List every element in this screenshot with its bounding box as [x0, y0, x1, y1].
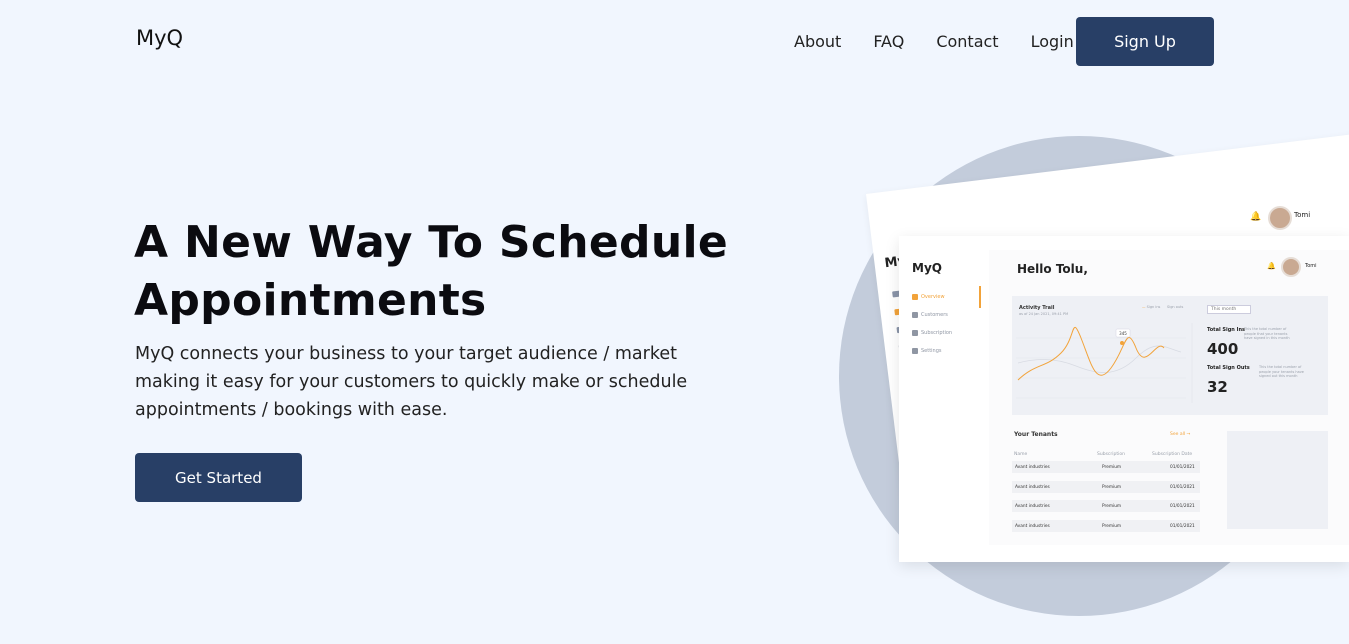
- table-row: Avant industries Premium 01/01/2021: [1012, 520, 1200, 532]
- stat-sign-ins-desc: This the total number of people that you…: [1244, 327, 1290, 340]
- activity-panel: Activity Trail as of 24 Jan 2021, 09:41 …: [1012, 296, 1328, 415]
- activity-title: Activity Trail: [1019, 305, 1055, 311]
- period-select: This month: [1207, 305, 1251, 314]
- brand-logo[interactable]: MyQ: [136, 26, 183, 50]
- users-icon: [912, 312, 918, 318]
- activity-line-chart: 345: [1016, 323, 1193, 403]
- active-indicator: [979, 286, 981, 308]
- activity-subtitle: as of 24 Jan 2021, 09:41 PM: [1019, 312, 1069, 316]
- stat-sign-outs-label: Total Sign Outs: [1207, 365, 1250, 371]
- col-subscription-date: Subscription Date: [1152, 452, 1193, 457]
- gear-icon: [912, 348, 918, 354]
- chart-point: [1120, 341, 1124, 345]
- tenants-table: Your Tenants See all → Name Subscription…: [1012, 431, 1202, 541]
- main-nav: About FAQ Contact Login: [780, 17, 1106, 66]
- stat-sign-ins-label: Total Sign Ins: [1207, 327, 1245, 333]
- table-row: Avant industries Premium 01/01/2021: [1012, 500, 1200, 512]
- bell-icon: 🔔: [1250, 212, 1262, 222]
- back-card-username: Tomi: [1294, 211, 1311, 219]
- col-name: Name: [1014, 452, 1028, 457]
- avatar: [1281, 257, 1301, 277]
- dashboard-main: Hello Tolu, 🔔 Tomi Activity Trail as of …: [989, 250, 1349, 545]
- legend-sign-outs: Sign outs: [1167, 305, 1184, 309]
- dashboard-sidebar: MyQ Overview Customers Subscription Sett…: [899, 236, 987, 562]
- see-all-link: See all →: [1170, 432, 1191, 437]
- avatar: [1268, 206, 1292, 230]
- stat-sign-outs-value: 32: [1207, 378, 1228, 396]
- hero-title-line-1: A New Way To Schedule: [134, 217, 729, 268]
- dashboard-logo: MyQ: [912, 261, 942, 275]
- nav-link-faq[interactable]: FAQ: [873, 32, 904, 51]
- table-row: Avant industries Premium 01/01/2021: [1012, 481, 1200, 493]
- chart-tooltip: 345: [1119, 331, 1127, 336]
- stat-sign-outs-desc: This the total number of people your ten…: [1259, 365, 1304, 378]
- nav-link-contact[interactable]: Contact: [936, 32, 998, 51]
- dashboard-nav-overview: Overview: [912, 294, 945, 300]
- dashboard-nav-settings: Settings: [912, 348, 942, 354]
- col-subscription: Subscription: [1097, 452, 1125, 457]
- dashboard-greeting: Hello Tolu,: [1017, 262, 1088, 276]
- grid-icon: [912, 330, 918, 336]
- hero-title: A New Way To Schedule Appointments: [134, 214, 774, 330]
- table-row: Avant industries Premium 01/01/2021: [1012, 461, 1200, 473]
- get-started-button[interactable]: Get Started: [135, 453, 302, 502]
- dashboard-nav-subscription: Subscription: [912, 330, 952, 336]
- placeholder-panel: [1227, 431, 1328, 529]
- bell-icon: 🔔: [1267, 262, 1276, 270]
- dashboard-username: Tomi: [1305, 263, 1317, 269]
- nav-link-about[interactable]: About: [794, 32, 841, 51]
- dashboard-preview: MyQ Overview Customers Subscription Sett…: [899, 236, 1349, 562]
- dashboard-nav-customers: Customers: [912, 312, 948, 318]
- sign-up-button[interactable]: Sign Up: [1076, 17, 1214, 66]
- hero-description: MyQ connects your business to your targe…: [135, 344, 688, 420]
- legend-sign-ins: — Sign ins: [1142, 305, 1161, 309]
- grid-icon: [912, 294, 918, 300]
- hero-title-line-2: Appointments: [134, 275, 487, 326]
- stat-sign-ins-value: 400: [1207, 340, 1239, 358]
- tenants-title: Your Tenants: [1014, 431, 1058, 438]
- nav-link-login[interactable]: Login: [1031, 32, 1074, 51]
